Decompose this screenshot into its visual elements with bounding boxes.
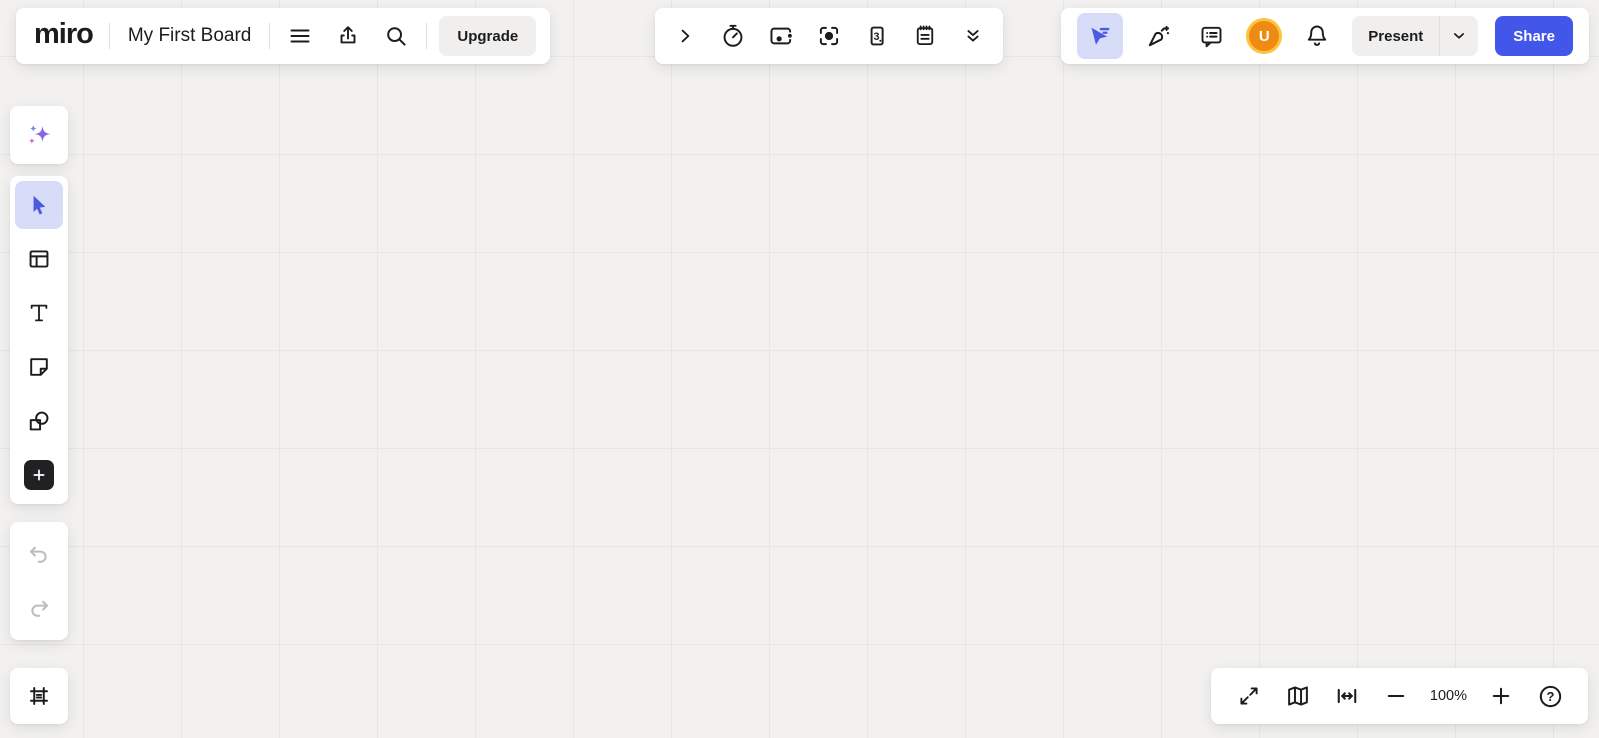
divider [108, 23, 110, 49]
add-tool-icon [33, 469, 45, 481]
ai-assistant-card [10, 106, 68, 164]
zoom-in-icon [1492, 687, 1510, 705]
help-button[interactable]: ? [1532, 678, 1568, 714]
undo-icon [29, 546, 47, 563]
board-title[interactable]: My First Board [122, 25, 258, 47]
zoom-in-button[interactable] [1483, 678, 1519, 714]
miro-logo[interactable]: miro [30, 18, 97, 55]
export-button[interactable] [330, 18, 366, 54]
zoom-out-button[interactable] [1378, 678, 1414, 714]
text-icon [30, 304, 48, 322]
spotlight-icon [819, 26, 839, 46]
history-toolbar [10, 522, 68, 640]
collaborator-cursors-icon [1091, 27, 1110, 45]
fit-to-screen-icon [1337, 688, 1357, 704]
more-tools-icon [967, 30, 979, 42]
minimap-icon [1288, 686, 1308, 706]
notes-icon [916, 25, 934, 46]
board-canvas[interactable] [0, 0, 1599, 738]
creation-toolbar [10, 176, 68, 504]
presence-bar: U Present Share [1061, 8, 1589, 64]
collapse-right-icon [681, 29, 690, 43]
user-avatar[interactable]: U [1246, 18, 1283, 54]
reactions-button[interactable] [1140, 18, 1176, 54]
add-tool-tile [24, 460, 54, 490]
spotlight-button[interactable] [811, 18, 847, 54]
svg-text:3: 3 [874, 31, 880, 43]
frame-icon [30, 687, 48, 705]
undo-button[interactable] [15, 530, 63, 578]
estimation-button[interactable]: 3 [859, 18, 895, 54]
select-tool[interactable] [15, 181, 63, 229]
collapse-toolbar-button[interactable] [667, 18, 703, 54]
main-menu-button[interactable] [282, 18, 318, 54]
present-button[interactable]: Present [1352, 16, 1479, 56]
fit-to-screen-button[interactable] [1329, 678, 1365, 714]
share-button[interactable]: Share [1495, 16, 1573, 56]
search-button[interactable] [378, 18, 414, 54]
sticky-note-icon [30, 358, 48, 376]
add-tool-button[interactable] [15, 451, 63, 499]
zoom-level[interactable]: 100% [1427, 688, 1470, 704]
frames-button[interactable] [15, 672, 63, 720]
sticky-note-tool[interactable] [15, 343, 63, 391]
divider [269, 23, 271, 49]
chevron-down-icon [1454, 33, 1465, 39]
timer-button[interactable] [715, 18, 751, 54]
svg-text:?: ? [1546, 689, 1554, 704]
notifications-bell-icon [1308, 25, 1327, 46]
talktrack-button[interactable] [763, 18, 799, 54]
divider [426, 23, 428, 49]
help-icon: ? [1539, 685, 1561, 707]
comments-icon [1201, 26, 1222, 47]
notifications-button[interactable] [1299, 18, 1335, 54]
shapes-icon [29, 411, 49, 431]
talktrack-icon [770, 27, 794, 45]
export-icon [340, 26, 356, 44]
reactions-icon [1148, 25, 1169, 46]
timer-icon [723, 24, 743, 47]
collaboration-toolbar: 3 [655, 8, 1003, 64]
board-header-bar: miro My First Board Upgrade [16, 8, 551, 64]
templates-tool[interactable] [15, 235, 63, 283]
more-tools-button[interactable] [955, 18, 991, 54]
upgrade-button[interactable]: Upgrade [439, 16, 537, 56]
frames-card [10, 668, 68, 724]
collaborator-cursors-toggle[interactable] [1077, 13, 1124, 59]
expand-icon [1240, 687, 1258, 705]
redo-icon [31, 600, 49, 617]
shapes-tool[interactable] [15, 397, 63, 445]
zoom-out-icon [1387, 695, 1405, 697]
select-cursor-icon [33, 195, 46, 215]
expand-button[interactable] [1231, 678, 1267, 714]
present-options-button[interactable] [1440, 27, 1478, 45]
templates-icon [29, 250, 49, 268]
ai-sparkles-icon [28, 125, 51, 144]
menu-icon [290, 29, 310, 43]
redo-button[interactable] [15, 584, 63, 632]
minimap-button[interactable] [1280, 678, 1316, 714]
view-controls-bar: 100% ? [1210, 668, 1588, 724]
estimation-card-icon: 3 [870, 26, 884, 46]
text-tool[interactable] [15, 289, 63, 337]
ai-assistant-button[interactable] [15, 111, 63, 159]
notes-button[interactable] [907, 18, 943, 54]
comments-button[interactable] [1193, 18, 1229, 54]
present-label: Present [1368, 27, 1424, 45]
search-icon [387, 27, 406, 46]
